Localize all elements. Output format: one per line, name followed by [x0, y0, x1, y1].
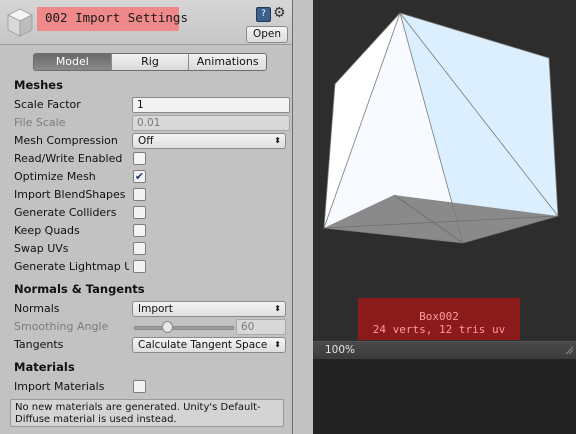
model-preview-viewport[interactable]: Box002 24 verts, 12 tris uv: [313, 0, 576, 341]
import-blendshapes-label: Import BlendShapes: [14, 188, 126, 201]
swap-uvs-label: Swap UVs: [14, 242, 69, 255]
file-scale-field: 0.01: [132, 115, 290, 131]
tab-rig[interactable]: Rig: [110, 54, 189, 70]
import-materials-checkbox[interactable]: [133, 380, 146, 393]
panel-divider: [293, 0, 313, 434]
normals-value: Import: [138, 303, 173, 315]
resize-grip-icon[interactable]: [564, 345, 574, 355]
optimize-mesh-checkbox[interactable]: ✔: [133, 170, 146, 183]
open-button[interactable]: Open: [246, 26, 288, 43]
row-generate-lightmap: Generate Lightmap UVs: [14, 259, 286, 275]
row-keep-quads: Keep Quads: [14, 223, 286, 239]
help-book-icon[interactable]: ?: [256, 7, 271, 22]
section-heading-meshes: Meshes: [14, 78, 63, 92]
preview-lower-area: [313, 359, 576, 434]
normals-dropdown[interactable]: Import ⬍: [132, 301, 286, 317]
file-scale-label: File Scale: [14, 116, 66, 129]
scale-factor-label: Scale Factor: [14, 98, 81, 111]
smoothing-angle-label: Smoothing Angle: [14, 320, 109, 333]
gear-icon[interactable]: ⚙: [273, 5, 289, 21]
row-tangents: Tangents Calculate Tangent Space ⬍: [14, 337, 286, 353]
keep-quads-label: Keep Quads: [14, 224, 80, 237]
row-normals: Normals Import ⬍: [14, 301, 286, 317]
section-heading-materials: Materials: [14, 360, 75, 374]
dropdown-arrow-icon: ⬍: [274, 340, 281, 349]
row-scale-factor: Scale Factor 1: [14, 97, 290, 113]
title-highlight: 002 Import Settings: [37, 7, 188, 31]
row-import-blendshapes: Import BlendShapes: [14, 187, 286, 203]
read-write-label: Read/Write Enabled: [14, 152, 123, 165]
importer-tabs: Model Rig Animations: [33, 53, 267, 71]
smoothing-angle-slider-thumb: [162, 321, 173, 333]
dropdown-arrow-icon: ⬍: [274, 136, 281, 145]
zoom-level: 100%: [325, 344, 356, 356]
optimize-mesh-label: Optimize Mesh: [14, 170, 96, 183]
inspector-header: 002 Import Settings ? ⚙ Open: [0, 0, 292, 45]
section-heading-normals-tangents: Normals & Tangents: [14, 282, 145, 296]
mesh-stats: 24 verts, 12 tris uv: [372, 323, 506, 336]
inspector-panel: 002 Import Settings ? ⚙ Open Model Rig A…: [0, 0, 293, 434]
row-mesh-compression: Mesh Compression Off ⬍: [14, 133, 286, 149]
checkmark-icon: ✔: [134, 170, 145, 183]
materials-help-box: No new materials are generated. Unity's …: [10, 399, 284, 427]
read-write-checkbox[interactable]: [133, 152, 146, 165]
tangents-value: Calculate Tangent Space: [138, 339, 268, 351]
generate-colliders-checkbox[interactable]: [133, 206, 146, 219]
dropdown-arrow-icon: ⬍: [274, 304, 281, 313]
generate-colliders-label: Generate Colliders: [14, 206, 117, 219]
row-swap-uvs: Swap UVs: [14, 241, 286, 257]
tab-animations[interactable]: Animations: [188, 54, 266, 70]
smoothing-angle-slider-track: [134, 326, 234, 330]
mesh-info-box: Box002 24 verts, 12 tris uv: [358, 298, 520, 340]
asset-title: 002 Import Settings: [45, 10, 188, 25]
tab-model[interactable]: Model: [34, 54, 111, 70]
preview-panel: Box002 24 verts, 12 tris uv 100%: [313, 0, 576, 434]
scale-factor-field[interactable]: 1: [132, 97, 290, 113]
generate-lightmap-label: Generate Lightmap UVs: [14, 260, 129, 273]
smoothing-angle-field: 60: [236, 319, 286, 335]
keep-quads-checkbox[interactable]: [133, 224, 146, 237]
generate-lightmap-checkbox[interactable]: [133, 260, 146, 273]
import-materials-label: Import Materials: [14, 380, 105, 393]
tangents-dropdown[interactable]: Calculate Tangent Space ⬍: [132, 337, 286, 353]
mesh-name: Box002: [419, 310, 459, 323]
mesh-compression-label: Mesh Compression: [14, 134, 118, 147]
normals-label: Normals: [14, 302, 60, 315]
tangents-label: Tangents: [14, 338, 64, 351]
mesh-compression-dropdown[interactable]: Off ⬍: [132, 133, 286, 149]
row-read-write: Read/Write Enabled: [14, 151, 286, 167]
model-asset-icon: [7, 8, 33, 37]
row-smoothing-angle: Smoothing Angle 60: [14, 319, 286, 335]
row-optimize-mesh: Optimize Mesh ✔: [14, 169, 286, 185]
box-mesh-preview: [323, 12, 559, 244]
mesh-compression-value: Off: [138, 135, 154, 147]
swap-uvs-checkbox[interactable]: [133, 242, 146, 255]
row-file-scale: File Scale 0.01: [14, 115, 290, 131]
import-blendshapes-checkbox[interactable]: [133, 188, 146, 201]
row-import-materials: Import Materials: [14, 379, 286, 395]
preview-toolbar: 100%: [313, 341, 576, 359]
row-generate-colliders: Generate Colliders: [14, 205, 286, 221]
